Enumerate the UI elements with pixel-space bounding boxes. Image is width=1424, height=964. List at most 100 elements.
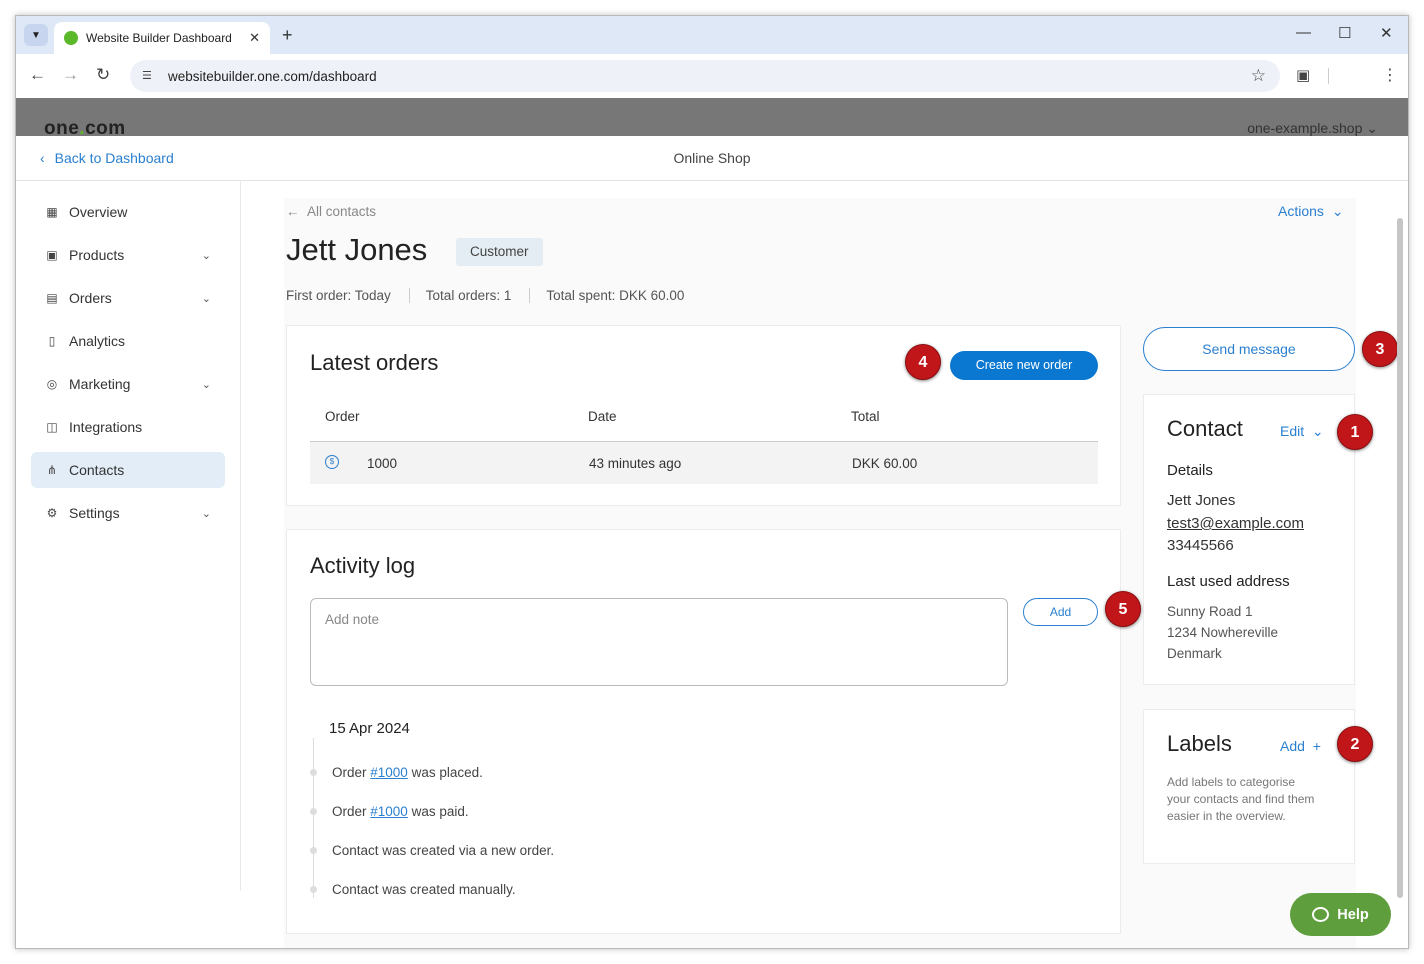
add-note-field[interactable]: Add note xyxy=(310,598,1008,686)
contact-email-link[interactable]: test3@example.com xyxy=(1167,515,1304,532)
extensions-icon[interactable]: ▣ xyxy=(1296,66,1310,84)
brand-bar: one.com one-example.shop ⌄ xyxy=(16,98,1408,139)
list-item: Order #1000 was placed. xyxy=(332,765,483,780)
chat-bubble-icon xyxy=(1312,907,1330,922)
sidebar-item-products[interactable]: ▣ Products ⌄ xyxy=(31,237,225,273)
maximize-icon[interactable]: ☐ xyxy=(1338,24,1351,42)
timeline-dot xyxy=(310,769,317,776)
site-settings-icon[interactable]: ☰ xyxy=(142,70,156,82)
close-tab-icon[interactable]: ✕ xyxy=(249,30,260,46)
order-link[interactable]: #1000 xyxy=(370,765,408,780)
subheader: ‹ Back to Dashboard Online Shop xyxy=(16,136,1408,181)
tab-search-button[interactable]: ▼ xyxy=(24,24,48,46)
minimize-icon[interactable]: — xyxy=(1296,24,1311,41)
edit-contact-button[interactable]: Edit ⌄ xyxy=(1280,423,1324,440)
sidebar-item-overview[interactable]: ▦ Overview xyxy=(31,194,225,230)
annotation-marker-3: 3 xyxy=(1362,331,1398,367)
sidebar-item-contacts[interactable]: ⋔ Contacts xyxy=(31,452,225,488)
section-title: Online Shop xyxy=(673,150,751,166)
entry-text: was paid. xyxy=(407,804,469,819)
new-tab-icon[interactable]: + xyxy=(282,25,293,46)
sidebar-item-settings[interactable]: ⚙ Settings ⌄ xyxy=(31,495,225,531)
close-window-icon[interactable]: ✕ xyxy=(1380,24,1393,42)
analytics-icon: ▯ xyxy=(48,334,56,348)
entry-text: Order xyxy=(332,804,371,819)
add-label-button[interactable]: Add + xyxy=(1280,738,1321,754)
contact-phone: 33445566 xyxy=(1167,537,1234,554)
column-header-order: Order xyxy=(325,409,360,424)
labels-card-title: Labels xyxy=(1167,731,1232,756)
url-field[interactable]: ☰ websitebuilder.one.com/dashboard ☆ xyxy=(130,60,1280,92)
entry-text: Order xyxy=(332,765,371,780)
column-header-total: Total xyxy=(851,409,880,424)
actions-label: Actions xyxy=(1278,203,1324,219)
order-date: 43 minutes ago xyxy=(589,456,682,471)
total-spent-stat: Total spent: DKK 60.00 xyxy=(546,288,685,303)
address-heading: Last used address xyxy=(1167,573,1290,590)
table-row[interactable]: $ 1000 43 minutes ago DKK 60.00 xyxy=(310,442,1098,484)
sidebar-item-label: Settings xyxy=(69,505,120,521)
chevron-down-icon: ⌄ xyxy=(1366,120,1378,136)
sidebar-item-analytics[interactable]: ▯ Analytics xyxy=(31,323,225,359)
add-note-button[interactable]: Add xyxy=(1023,598,1098,626)
sidebar-item-integrations[interactable]: ◫ Integrations xyxy=(31,409,225,445)
order-total: DKK 60.00 xyxy=(852,456,918,471)
address-line-3: Denmark xyxy=(1167,646,1222,661)
column-header-date: Date xyxy=(588,409,617,424)
chevron-down-icon: ⌄ xyxy=(1331,203,1344,219)
status-badge: Customer xyxy=(456,238,543,266)
first-order-stat: First order: Today xyxy=(286,288,410,303)
sidebar-item-orders[interactable]: ▤ Orders ⌄ xyxy=(31,280,225,316)
sidebar-item-label: Products xyxy=(69,247,125,263)
address-bar: ← → ↻ ☰ websitebuilder.one.com/dashboard… xyxy=(16,54,1408,98)
address-line-2: 1234 Nowhereville xyxy=(1167,625,1279,640)
sidebar-item-label: Overview xyxy=(69,204,128,220)
contact-stats: First order: Today Total orders: 1 Total… xyxy=(286,288,718,303)
list-item: Order #1000 was paid. xyxy=(332,804,469,819)
total-orders-stat: Total orders: 1 xyxy=(426,288,531,303)
sidebar-item-marketing[interactable]: ◎ Marketing ⌄ xyxy=(31,366,225,402)
domain-label: one-example.shop xyxy=(1247,120,1363,136)
latest-orders-title: Latest orders xyxy=(310,350,439,375)
orders-icon: ▤ xyxy=(46,291,58,305)
contact-name: Jett Jones xyxy=(1167,492,1236,509)
url-text: websitebuilder.one.com/dashboard xyxy=(168,68,377,84)
payment-status-icon: $ xyxy=(325,455,339,469)
marketing-icon: ◎ xyxy=(46,377,58,391)
chevron-down-icon: ⌄ xyxy=(1311,423,1324,439)
address-line-1: Sunny Road 1 xyxy=(1167,604,1253,619)
domain-selector[interactable]: one-example.shop ⌄ xyxy=(1247,120,1378,137)
contact-card-title: Contact xyxy=(1167,416,1243,441)
sidebar-item-label: Analytics xyxy=(69,333,126,349)
annotation-marker-2: 2 xyxy=(1337,726,1373,762)
back-arrow-icon[interactable]: ← xyxy=(29,65,46,85)
forward-arrow-icon[interactable]: → xyxy=(62,65,79,85)
send-message-button[interactable]: Send message xyxy=(1143,327,1355,371)
settings-icon: ⚙ xyxy=(46,506,58,520)
help-button[interactable]: Help xyxy=(1290,893,1391,936)
actions-dropdown[interactable]: Actions ⌄ xyxy=(1278,203,1343,220)
all-contacts-label: All contacts xyxy=(307,204,377,219)
activity-log-card xyxy=(286,529,1121,934)
all-contacts-link[interactable]: ← All contacts xyxy=(286,204,376,219)
activity-log-title: Activity log xyxy=(310,553,416,578)
sidebar-item-label: Contacts xyxy=(69,462,125,478)
order-number: 1000 xyxy=(367,456,398,471)
reload-icon[interactable]: ↻ xyxy=(96,65,110,85)
order-link[interactable]: #1000 xyxy=(370,804,408,819)
details-heading: Details xyxy=(1167,462,1213,479)
timeline-dot xyxy=(310,847,317,854)
sidebar-item-label: Marketing xyxy=(69,376,131,392)
create-new-order-button[interactable]: Create new order xyxy=(950,351,1098,380)
tab-title: Website Builder Dashboard xyxy=(86,31,232,45)
toolbar-divider xyxy=(1328,68,1329,84)
add-label-text: Add xyxy=(1280,738,1305,754)
list-item: Contact was created manually. xyxy=(332,882,516,897)
list-item: Contact was created via a new order. xyxy=(332,843,555,858)
help-label: Help xyxy=(1337,906,1369,923)
page: one.com one-example.shop ⌄ ‹ Back to Dash… xyxy=(16,98,1408,948)
menu-kebab-icon[interactable]: ⋮ xyxy=(1382,65,1398,85)
browser-tab[interactable]: Website Builder Dashboard ✕ xyxy=(54,22,270,54)
scrollbar[interactable] xyxy=(1397,218,1403,898)
bookmark-star-icon[interactable]: ☆ xyxy=(1251,66,1266,86)
